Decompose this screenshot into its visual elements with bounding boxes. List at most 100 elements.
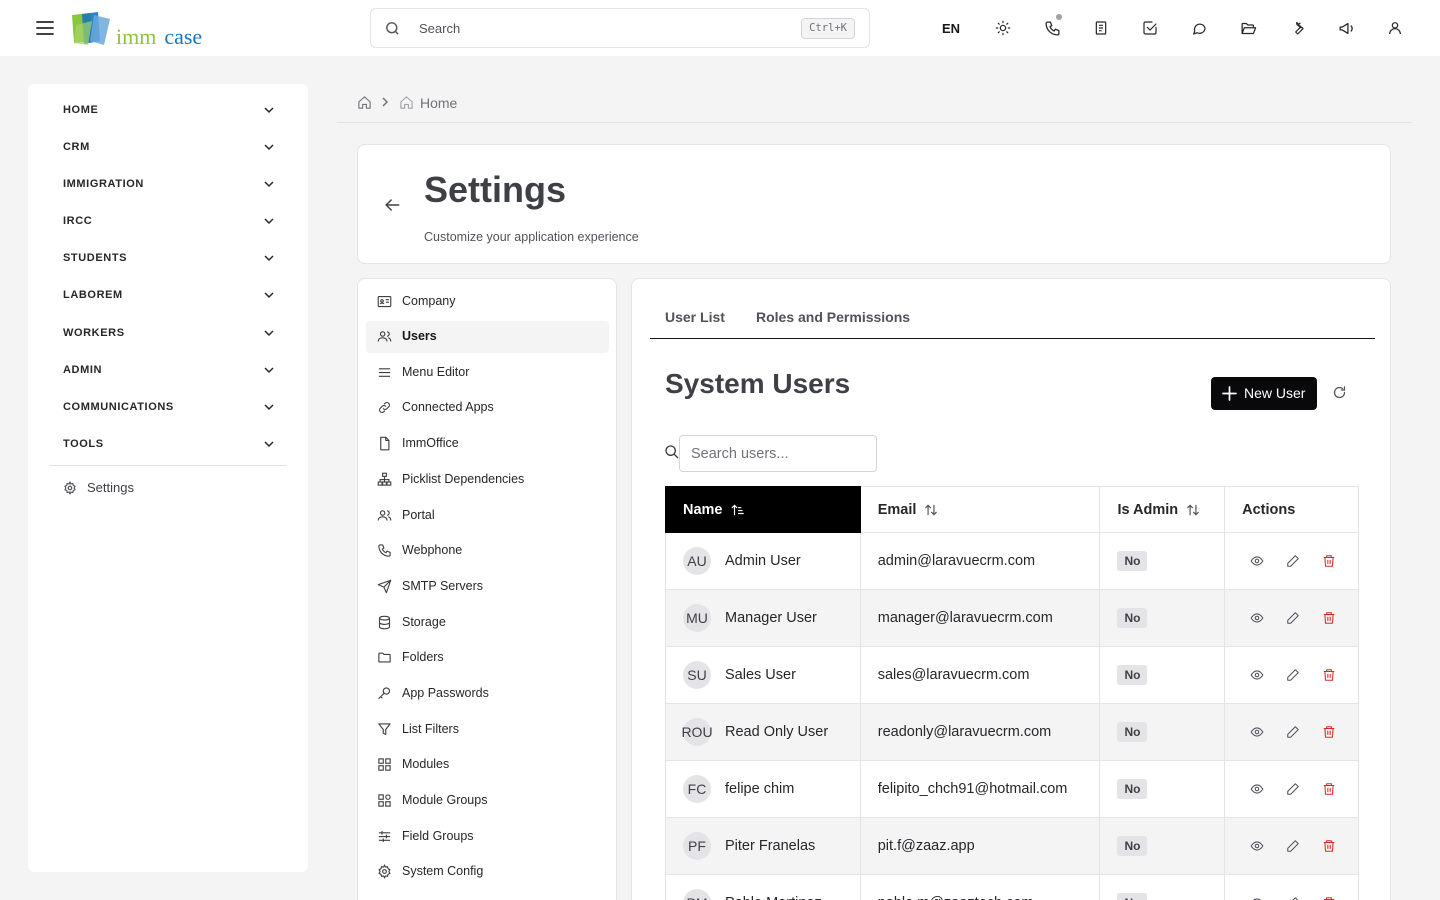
settings-item-storage[interactable]: Storage bbox=[366, 607, 609, 639]
view-eye-icon[interactable] bbox=[1250, 668, 1264, 682]
user-search-input[interactable] bbox=[679, 435, 877, 472]
table-row[interactable]: SU Sales User sales@laravuecrm.com No bbox=[665, 646, 1359, 704]
sidebar-item-admin[interactable]: ADMIN bbox=[49, 356, 287, 386]
delete-trash-icon[interactable] bbox=[1322, 839, 1336, 853]
page-subtitle: Customize your application experience bbox=[424, 230, 639, 244]
column-header-email[interactable]: Email bbox=[859, 486, 1101, 533]
view-eye-icon[interactable] bbox=[1250, 896, 1264, 900]
new-user-label: New User bbox=[1244, 385, 1306, 401]
users-icon bbox=[377, 329, 392, 344]
view-eye-icon[interactable] bbox=[1250, 725, 1264, 739]
check-square-icon[interactable] bbox=[1131, 10, 1169, 46]
sidebar-item-immigration[interactable]: IMMIGRATION bbox=[49, 170, 287, 200]
cell-actions bbox=[1224, 874, 1359, 900]
sidebar-item-tools[interactable]: TOOLS bbox=[49, 430, 287, 460]
edit-pencil-icon[interactable] bbox=[1286, 554, 1300, 568]
cell-name: SU Sales User bbox=[665, 646, 861, 704]
logo-text-imm: imm bbox=[116, 24, 157, 49]
phone-icon[interactable] bbox=[1033, 10, 1071, 46]
cell-actions bbox=[1224, 646, 1359, 704]
sidebar-item-workers[interactable]: WORKERS bbox=[49, 319, 287, 349]
settings-item-list-filters[interactable]: List Filters bbox=[366, 714, 609, 746]
sidebar-divider bbox=[49, 465, 287, 466]
tab-roles-and-permissions[interactable]: Roles and Permissions bbox=[756, 309, 910, 325]
language-switcher[interactable]: EN bbox=[932, 10, 970, 46]
settings-item-app-passwords[interactable]: App Passwords bbox=[366, 678, 609, 710]
hamburger-menu-icon[interactable] bbox=[34, 17, 56, 39]
edit-pencil-icon[interactable] bbox=[1286, 668, 1300, 682]
settings-item-label: System Config bbox=[402, 864, 484, 878]
sidebar-item-communications[interactable]: COMMUNICATIONS bbox=[49, 393, 287, 423]
table-row[interactable]: PF Piter Franelas pit.f@zaaz.app No bbox=[665, 817, 1359, 875]
settings-item-company[interactable]: Company bbox=[366, 286, 609, 318]
delete-trash-icon[interactable] bbox=[1322, 611, 1336, 625]
settings-item-smtp-servers[interactable]: SMTP Servers bbox=[366, 571, 609, 603]
home-icon[interactable] bbox=[357, 95, 372, 110]
table-row[interactable]: AU Admin User admin@laravuecrm.com No bbox=[665, 532, 1359, 590]
settings-item-users[interactable]: Users bbox=[366, 321, 609, 353]
table-row[interactable]: FC felipe chim felipito_chch91@hotmail.com… bbox=[665, 760, 1359, 818]
refresh-icon[interactable] bbox=[1332, 385, 1347, 400]
settings-item-label: Folders bbox=[402, 650, 444, 664]
edit-pencil-icon[interactable] bbox=[1286, 839, 1300, 853]
sun-icon[interactable] bbox=[984, 10, 1022, 46]
settings-item-label: Users bbox=[402, 329, 437, 343]
view-eye-icon[interactable] bbox=[1250, 839, 1264, 853]
folder-open-icon[interactable] bbox=[1229, 10, 1267, 46]
table-row[interactable]: PM Pablo Martinez pablo.m@zaaztech.com No bbox=[665, 874, 1359, 900]
edit-pencil-icon[interactable] bbox=[1286, 725, 1300, 739]
delete-trash-icon[interactable] bbox=[1322, 725, 1336, 739]
settings-item-menu-editor[interactable]: Menu Editor bbox=[366, 357, 609, 389]
chevron-down-icon bbox=[263, 178, 275, 190]
chat-icon[interactable] bbox=[1180, 10, 1218, 46]
sidebar-item-crm[interactable]: CRM bbox=[49, 133, 287, 163]
settings-item-module-groups[interactable]: Module Groups bbox=[366, 785, 609, 817]
user-name: felipe chim bbox=[725, 781, 795, 797]
id-card-icon bbox=[377, 294, 392, 309]
sidebar-item-home[interactable]: HOME bbox=[49, 96, 287, 126]
breadcrumb-current: Home bbox=[420, 95, 458, 111]
settings-item-label: Connected Apps bbox=[402, 400, 494, 414]
delete-trash-icon[interactable] bbox=[1322, 782, 1336, 796]
column-header-name[interactable]: Name bbox=[665, 486, 861, 533]
settings-item-webphone[interactable]: Webphone bbox=[366, 535, 609, 567]
settings-item-modules[interactable]: Modules bbox=[366, 749, 609, 781]
view-eye-icon[interactable] bbox=[1250, 782, 1264, 796]
delete-trash-icon[interactable] bbox=[1322, 668, 1336, 682]
delete-trash-icon[interactable] bbox=[1322, 896, 1336, 900]
cell-email: pablo.m@zaaztech.com bbox=[859, 874, 1101, 900]
avatar: PF bbox=[683, 832, 711, 860]
settings-item-field-groups[interactable]: Field Groups bbox=[366, 821, 609, 853]
column-header-is-admin[interactable]: Is Admin bbox=[1099, 486, 1226, 533]
gear-icon bbox=[377, 864, 392, 879]
sidebar-item-laborem[interactable]: LABOREM bbox=[49, 281, 287, 311]
settings-item-label: SMTP Servers bbox=[402, 579, 484, 593]
document-icon[interactable] bbox=[1082, 10, 1120, 46]
user-icon[interactable] bbox=[1376, 10, 1414, 46]
table-row[interactable]: MU Manager User manager@laravuecrm.com No bbox=[665, 589, 1359, 647]
delete-trash-icon[interactable] bbox=[1322, 554, 1336, 568]
settings-item-immoffice[interactable]: ImmOffice bbox=[366, 428, 609, 460]
global-search[interactable]: Search Ctrl+K bbox=[370, 8, 870, 48]
tab-user-list[interactable]: User List bbox=[665, 309, 725, 325]
view-eye-icon[interactable] bbox=[1250, 611, 1264, 625]
sidebar-item-settings[interactable]: Settings bbox=[49, 474, 287, 502]
sidebar-item-ircc[interactable]: IRCC bbox=[49, 207, 287, 237]
view-eye-icon[interactable] bbox=[1250, 554, 1264, 568]
edit-pencil-icon[interactable] bbox=[1286, 782, 1300, 796]
wrench-icon[interactable] bbox=[1278, 10, 1316, 46]
arrow-left-icon[interactable] bbox=[382, 195, 402, 215]
sidebar-item-students[interactable]: STUDENTS bbox=[49, 244, 287, 274]
edit-pencil-icon[interactable] bbox=[1286, 611, 1300, 625]
settings-item-folders[interactable]: Folders bbox=[366, 642, 609, 674]
settings-item-system-config[interactable]: System Config bbox=[366, 856, 609, 888]
gear-icon bbox=[63, 481, 77, 495]
settings-item-connected-apps[interactable]: Connected Apps bbox=[366, 392, 609, 424]
settings-item-portal[interactable]: Portal bbox=[366, 500, 609, 532]
table-row[interactable]: ROU Read Only User readonly@laravuecrm.com… bbox=[665, 703, 1359, 761]
megaphone-icon[interactable] bbox=[1327, 10, 1365, 46]
settings-item-picklist-dependencies[interactable]: Picklist Dependencies bbox=[366, 464, 609, 496]
search-icon bbox=[384, 20, 401, 37]
new-user-button[interactable]: New User bbox=[1211, 377, 1317, 410]
edit-pencil-icon[interactable] bbox=[1286, 896, 1300, 900]
